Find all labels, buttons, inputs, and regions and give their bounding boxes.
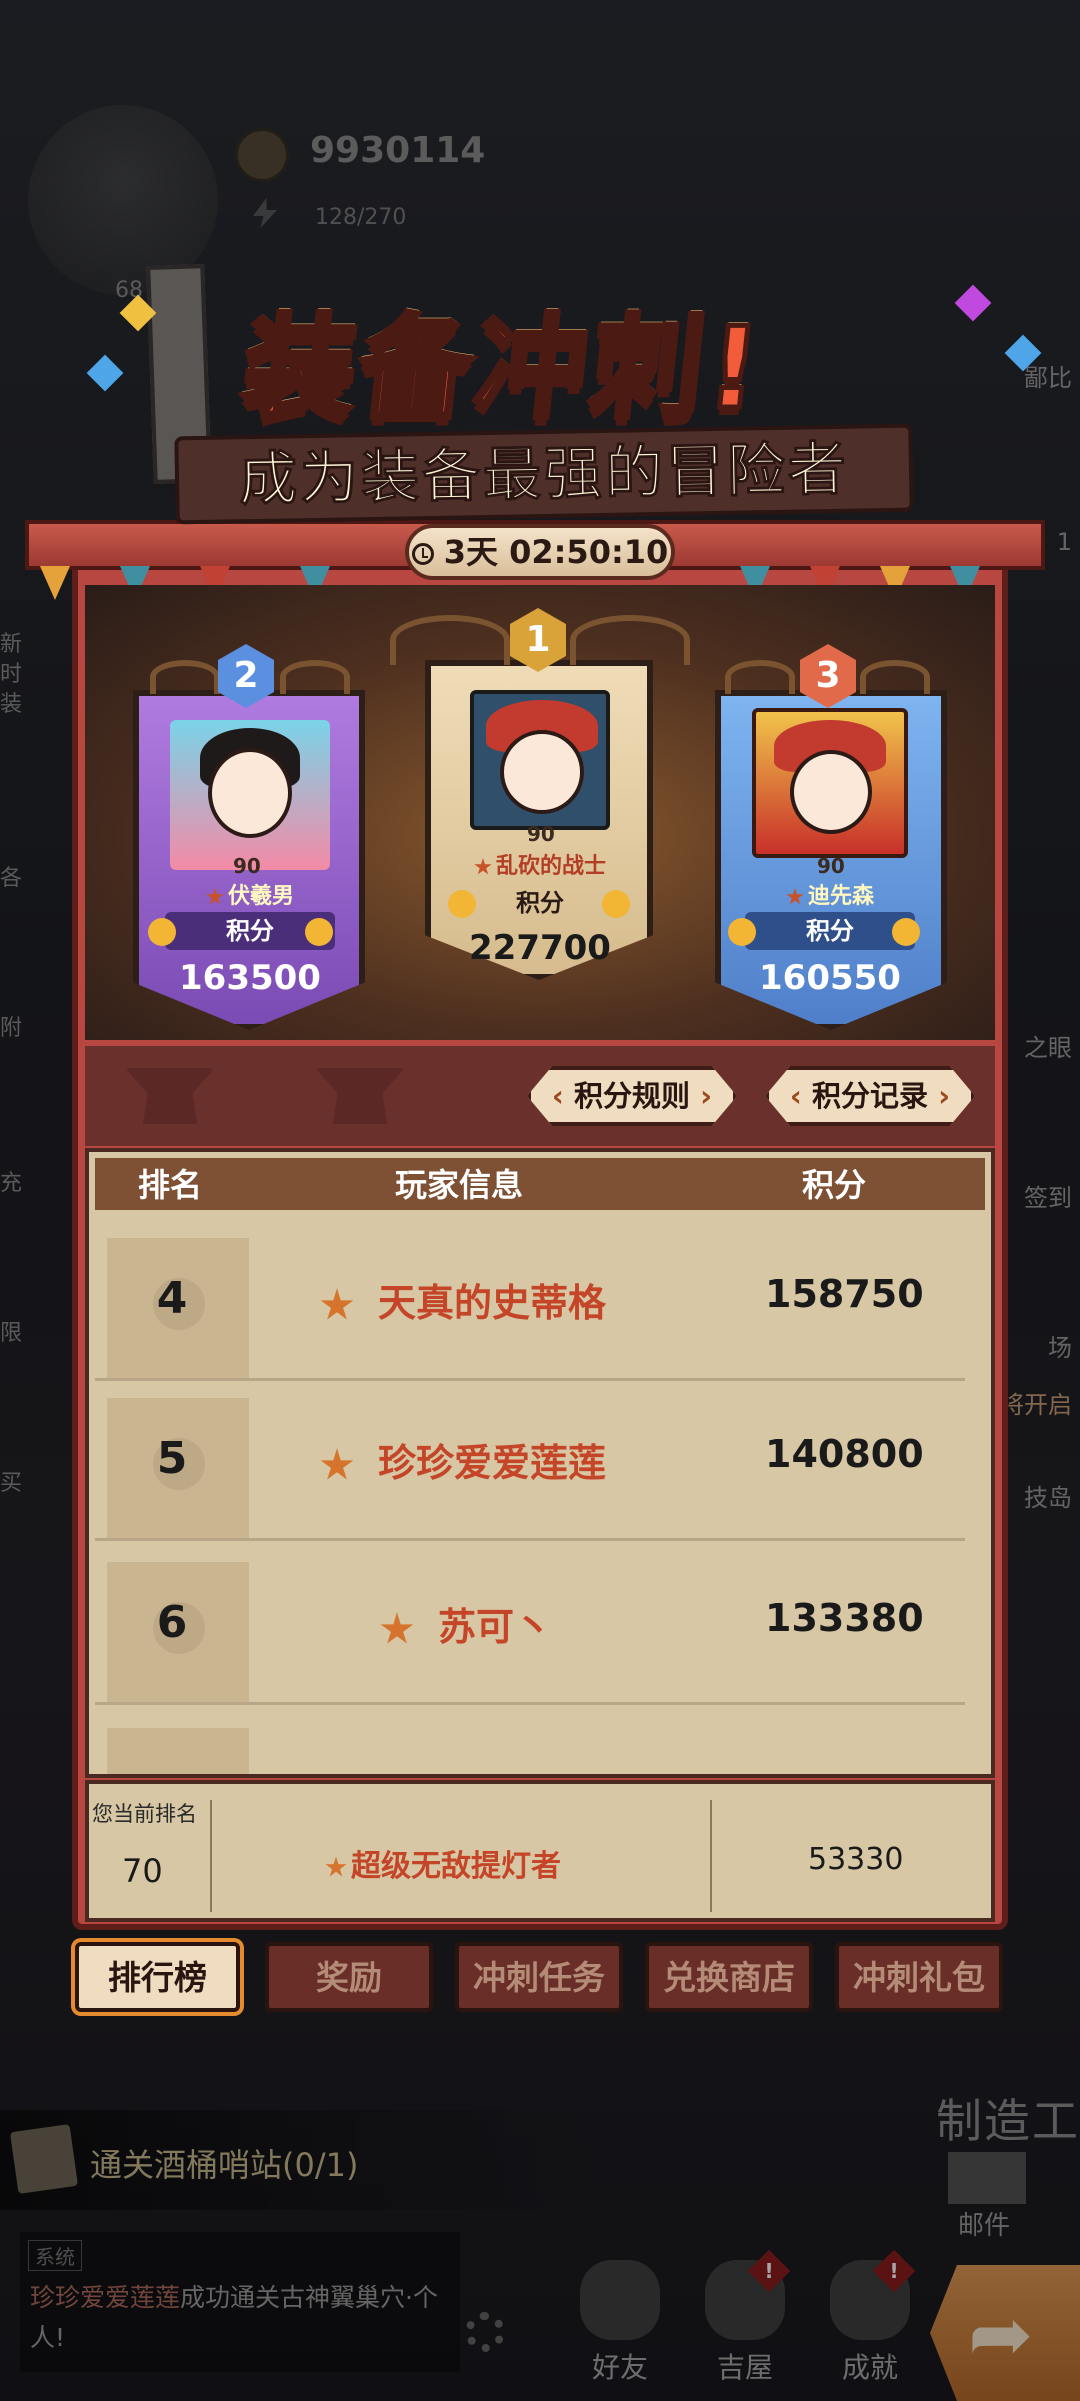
antler-decor — [280, 660, 350, 694]
portrait-face — [790, 750, 872, 834]
star-icon — [325, 1856, 347, 1877]
star-icon — [474, 858, 492, 875]
player-portrait — [170, 720, 330, 870]
row-player-name: 苏可丶 — [380, 1596, 552, 1651]
row-player-name: 珍珍爱爱莲莲 — [320, 1432, 606, 1487]
star-icon — [206, 888, 224, 905]
podium-score: 227700 — [469, 928, 611, 968]
star-icon — [320, 1448, 354, 1480]
header-rank: 排名 — [138, 1166, 203, 1204]
tab-leaderboard[interactable]: 排行榜 — [75, 1942, 240, 2012]
divider — [710, 1800, 712, 1912]
countdown-text: 3天 02:50:10 — [443, 533, 669, 571]
table-row[interactable]: 6 苏可丶 133380 — [95, 1552, 965, 1705]
star-icon — [786, 888, 804, 905]
row-score: 140800 — [765, 1432, 924, 1476]
event-countdown: 3天 02:50:10 — [405, 524, 675, 580]
antler-decor — [390, 615, 510, 665]
paw-icon — [448, 890, 476, 918]
table-row[interactable]: 4 天真的史蒂格 158750 — [95, 1228, 965, 1381]
row-player-name: 天真的史蒂格 — [320, 1272, 606, 1327]
my-rank-value: 70 — [122, 1852, 163, 1890]
player-level: 90 — [817, 854, 845, 878]
event-subtitle: 成为装备最强的冒险者 — [238, 434, 850, 514]
row-rank: 4 — [156, 1273, 188, 1324]
player-level: 90 — [527, 822, 555, 846]
star-icon — [380, 1612, 414, 1644]
score-label: 积分 — [745, 912, 915, 950]
tab-sprint-pack[interactable]: 冲刺礼包 — [835, 1942, 1003, 2012]
row-score: 133380 — [765, 1596, 924, 1640]
paw-icon — [892, 918, 920, 946]
my-player-name: 超级无敌提灯者 — [325, 1841, 561, 1885]
podium-player-name: 乱砍的战士 — [440, 848, 640, 880]
event-title: 装备冲刺! — [235, 302, 773, 437]
antler-decor — [570, 615, 690, 665]
player-level: 90 — [233, 854, 261, 878]
portrait-face — [208, 748, 292, 838]
my-score: 53330 — [808, 1842, 904, 1877]
tab-rewards[interactable]: 奖励 — [265, 1942, 433, 2012]
antler-decor — [150, 660, 220, 694]
row-rank: 6 — [156, 1597, 188, 1648]
tab-sprint-tasks[interactable]: 冲刺任务 — [455, 1942, 623, 2012]
paw-icon — [728, 918, 756, 946]
row-rank: 5 — [156, 1433, 188, 1484]
star-icon — [320, 1288, 354, 1320]
score-records-button[interactable]: ‹ 积分记录 › — [765, 1066, 975, 1126]
row-avatar — [107, 1728, 249, 1774]
divider — [210, 1800, 212, 1912]
podium-player-name: 迪先森 — [740, 878, 920, 910]
paw-icon — [602, 890, 630, 918]
paw-icon — [305, 918, 333, 946]
podium-score: 160550 — [759, 958, 901, 998]
table-row[interactable]: 5 珍珍爱爱莲莲 140800 — [95, 1388, 965, 1541]
score-rules-button[interactable]: ‹ 积分规则 › — [527, 1066, 737, 1126]
tab-exchange-shop[interactable]: 兑换商店 — [645, 1942, 813, 2012]
portrait-face — [500, 730, 584, 814]
header-player: 玩家信息 — [395, 1166, 524, 1204]
antler-decor — [725, 660, 795, 694]
row-score: 158750 — [765, 1272, 924, 1316]
player-portrait — [752, 708, 908, 858]
clock-icon — [411, 543, 434, 565]
table-row-partial[interactable] — [95, 1718, 965, 1774]
podium-player-name: 伏羲男 — [160, 878, 340, 910]
my-rank-label: 您当前排名 — [92, 1802, 197, 1826]
score-label: 积分 — [516, 889, 564, 917]
podium-score: 163500 — [179, 958, 321, 998]
event-subtitle-box: 成为装备最强的冒险者 — [174, 423, 914, 525]
header-score: 积分 — [802, 1166, 867, 1204]
antler-decor — [860, 660, 930, 694]
paw-icon — [148, 918, 176, 946]
player-portrait — [470, 690, 610, 830]
